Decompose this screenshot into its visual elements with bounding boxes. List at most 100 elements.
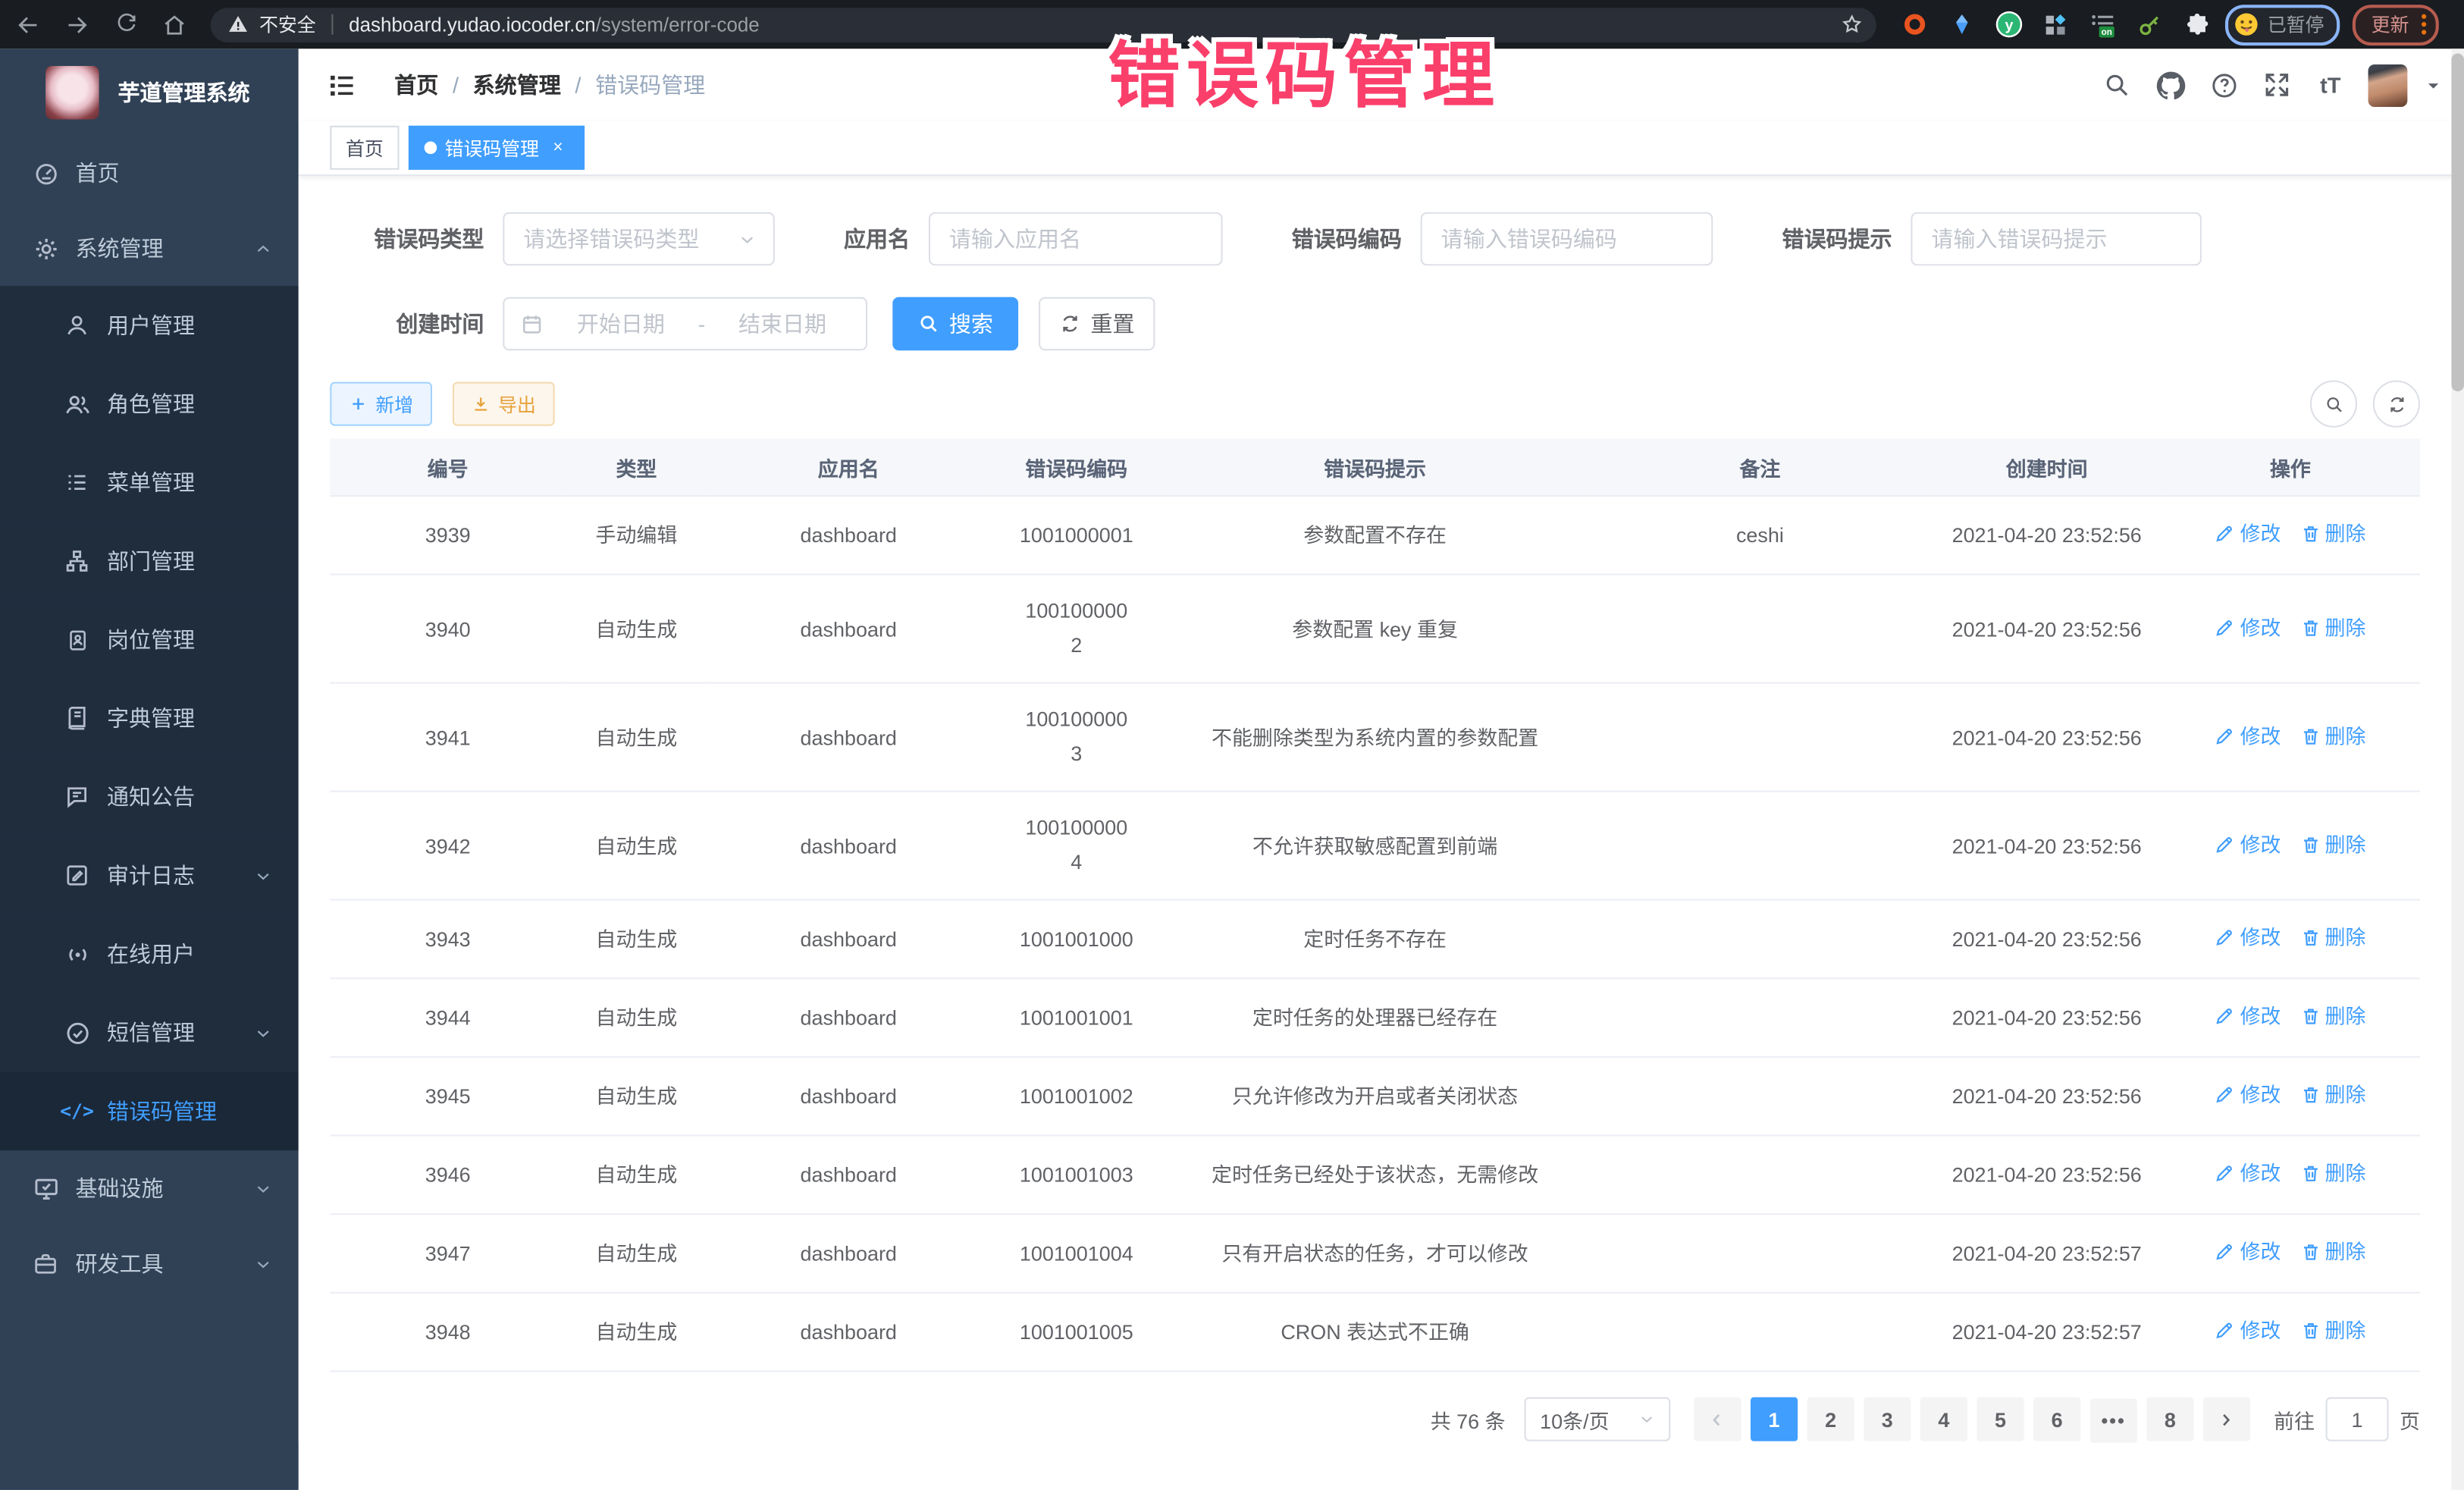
reset-button[interactable]: 重置 bbox=[1039, 297, 1155, 350]
delete-button[interactable]: 删除 bbox=[2299, 1077, 2365, 1113]
home-icon[interactable] bbox=[154, 4, 195, 45]
delete-button[interactable]: 删除 bbox=[2299, 920, 2365, 956]
error-hint-input[interactable] bbox=[1912, 214, 2199, 264]
update-button[interactable]: 更新 bbox=[2353, 4, 2439, 45]
date-end-placeholder: 结束日期 bbox=[715, 308, 851, 339]
sidebar-item-online-user[interactable]: 在线用户 bbox=[0, 914, 299, 993]
error-type-select[interactable]: 请选择错误码类型 bbox=[503, 212, 775, 265]
export-button[interactable]: 导出 bbox=[453, 382, 555, 426]
breadcrumb-system[interactable]: 系统管理 bbox=[473, 69, 561, 100]
sidebar-item-error-code[interactable]: </>错误码管理 bbox=[0, 1072, 299, 1151]
bookmark-star-icon[interactable] bbox=[1840, 12, 1864, 36]
error-code-input[interactable] bbox=[1422, 214, 1711, 264]
edit-button[interactable]: 修改 bbox=[2215, 1234, 2281, 1270]
delete-button[interactable]: 删除 bbox=[2299, 717, 2365, 754]
search-icon[interactable] bbox=[2101, 69, 2132, 100]
y-circle-icon[interactable]: y bbox=[1992, 8, 2024, 39]
delete-button[interactable]: 删除 bbox=[2299, 1155, 2365, 1191]
dev-tools-icon bbox=[31, 1250, 59, 1278]
user-avatar[interactable] bbox=[2368, 64, 2408, 106]
url-bar[interactable]: 不安全 dashboard.yudao.iocoder.cn/system/er… bbox=[211, 7, 1876, 42]
chevron-left-icon bbox=[1707, 1410, 1728, 1430]
page-button[interactable]: 3 bbox=[1864, 1397, 1911, 1441]
breadcrumb-home[interactable]: 首页 bbox=[394, 69, 438, 100]
fullscreen-icon[interactable] bbox=[2262, 69, 2293, 100]
page-size-select[interactable]: 10条/页 bbox=[1524, 1397, 1670, 1441]
edit-button[interactable]: 修改 bbox=[2215, 1077, 2281, 1113]
sidebar-item-org-tree[interactable]: 部门管理 bbox=[0, 522, 299, 601]
back-icon[interactable] bbox=[8, 4, 49, 45]
delete-button[interactable]: 删除 bbox=[2299, 609, 2365, 645]
kebab-menu-icon[interactable] bbox=[2422, 14, 2426, 35]
tag-home[interactable]: 首页 bbox=[330, 126, 399, 170]
edit-button[interactable]: 修改 bbox=[2215, 920, 2281, 956]
page-button[interactable]: 5 bbox=[1977, 1397, 2024, 1441]
sidebar: 芋道管理系统 首页系统管理用户管理角色管理菜单管理部门管理岗位管理字典管理通知公… bbox=[0, 49, 299, 1490]
delete-button[interactable]: 删除 bbox=[2299, 826, 2365, 862]
delete-button[interactable]: 删除 bbox=[2299, 998, 2365, 1034]
sidebar-item-dashboard[interactable]: 首页 bbox=[0, 135, 299, 210]
page-button[interactable]: 1 bbox=[1751, 1397, 1798, 1441]
sidebar-item-users[interactable]: 角色管理 bbox=[0, 365, 299, 444]
list-on-icon[interactable]: on bbox=[2087, 8, 2118, 39]
goto-page-input[interactable] bbox=[2326, 1397, 2389, 1441]
sidebar-item-gear[interactable]: 系统管理 bbox=[0, 211, 299, 286]
toggle-search-button[interactable] bbox=[2310, 381, 2357, 428]
search-button[interactable]: 搜索 bbox=[892, 297, 1018, 350]
sidebar-item-user[interactable]: 用户管理 bbox=[0, 286, 299, 365]
ubuntu-icon[interactable] bbox=[1898, 8, 1930, 39]
edit-button[interactable]: 修改 bbox=[2215, 1155, 2281, 1191]
sidebar-item-menu-list[interactable]: 菜单管理 bbox=[0, 444, 299, 522]
edit-button[interactable]: 修改 bbox=[2215, 998, 2281, 1034]
next-page-button[interactable] bbox=[2203, 1397, 2250, 1441]
edit-button[interactable]: 修改 bbox=[2215, 516, 2281, 552]
add-button[interactable]: 新增 bbox=[330, 382, 432, 426]
key-icon[interactable] bbox=[2134, 8, 2165, 39]
tag-error-code[interactable]: 错误码管理 × bbox=[409, 126, 585, 170]
refresh-table-button[interactable] bbox=[2373, 381, 2420, 428]
sidebar-item-dictionary[interactable]: 字典管理 bbox=[0, 679, 299, 758]
pin-icon[interactable] bbox=[1945, 8, 1977, 39]
app-logo[interactable]: 芋道管理系统 bbox=[0, 49, 299, 135]
grid-icon[interactable] bbox=[2039, 8, 2071, 39]
edit-button[interactable]: 修改 bbox=[2215, 609, 2281, 645]
page-button[interactable]: 8 bbox=[2146, 1397, 2193, 1441]
page-button[interactable]: 6 bbox=[2033, 1397, 2080, 1441]
delete-button[interactable]: 删除 bbox=[2299, 516, 2365, 552]
more-pages-button[interactable]: ••• bbox=[2090, 1398, 2137, 1442]
scrollbar-thumb[interactable] bbox=[2451, 53, 2464, 391]
sidebar-item-announcement[interactable]: 通知公告 bbox=[0, 758, 299, 836]
delete-button[interactable]: 删除 bbox=[2299, 1234, 2365, 1270]
help-icon[interactable] bbox=[2208, 69, 2239, 100]
delete-button[interactable]: 删除 bbox=[2299, 1313, 2365, 1349]
close-icon[interactable]: × bbox=[547, 136, 569, 158]
edit-button[interactable]: 修改 bbox=[2215, 826, 2281, 862]
page-button[interactable]: 2 bbox=[1807, 1397, 1854, 1441]
page-scrollbar[interactable] bbox=[2451, 49, 2464, 1490]
header-actions: tT bbox=[2101, 64, 2442, 106]
edit-button[interactable]: 修改 bbox=[2215, 1313, 2281, 1349]
reload-icon[interactable] bbox=[105, 4, 146, 45]
hamburger-icon[interactable] bbox=[325, 69, 356, 100]
date-range-picker[interactable]: 开始日期 - 结束日期 bbox=[503, 297, 867, 350]
page-button[interactable]: 4 bbox=[1920, 1397, 1967, 1441]
forward-icon[interactable] bbox=[57, 4, 98, 45]
edit-button[interactable]: 修改 bbox=[2215, 717, 2281, 754]
prev-page-button[interactable] bbox=[1694, 1397, 1741, 1441]
app-name-input[interactable] bbox=[930, 214, 1221, 264]
column-header: 备注 bbox=[1587, 438, 1933, 496]
sidebar-item-badge[interactable]: 岗位管理 bbox=[0, 601, 299, 679]
cell-hint: 参数配置不存在 bbox=[1163, 496, 1588, 575]
filter-create-time: 创建时间 开始日期 - 结束日期 bbox=[330, 297, 867, 350]
paused-badge[interactable]: 已暂停 bbox=[2225, 4, 2340, 45]
github-icon[interactable] bbox=[2155, 69, 2186, 100]
font-size-icon[interactable]: tT bbox=[2315, 69, 2346, 100]
cell-hint: 不允许获取敏感配置到前端 bbox=[1163, 792, 1588, 900]
puzzle-icon[interactable] bbox=[2181, 8, 2212, 39]
sidebar-item-sms[interactable]: 短信管理 bbox=[0, 993, 299, 1072]
sidebar-item-infrastructure[interactable]: 基础设施 bbox=[0, 1150, 299, 1225]
sidebar-item-audit-log[interactable]: 审计日志 bbox=[0, 836, 299, 915]
cell-code: 1001001002 bbox=[990, 1057, 1163, 1136]
sidebar-item-dev-tools[interactable]: 研发工具 bbox=[0, 1226, 299, 1301]
chevron-down-icon[interactable] bbox=[2423, 75, 2442, 94]
